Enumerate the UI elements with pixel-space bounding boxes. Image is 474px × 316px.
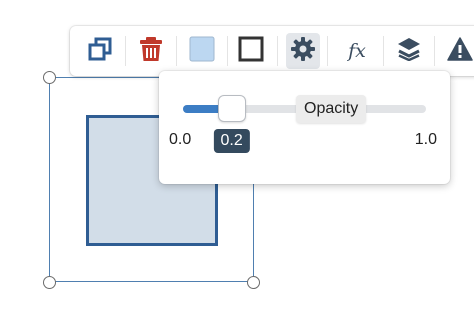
toolbar-divider bbox=[176, 36, 177, 66]
resize-handle-bottom-right[interactable] bbox=[247, 276, 260, 289]
trash-icon bbox=[140, 36, 162, 66]
warning-button[interactable] bbox=[443, 33, 474, 69]
settings-button[interactable] bbox=[286, 33, 320, 69]
delete-button[interactable] bbox=[134, 33, 168, 69]
gear-icon bbox=[291, 36, 315, 66]
toolbar-divider bbox=[383, 36, 384, 66]
toolbar-divider bbox=[227, 36, 228, 66]
opacity-min-label: 0.0 bbox=[169, 131, 192, 148]
duplicate-button[interactable] bbox=[83, 33, 117, 69]
toolbar-divider bbox=[125, 36, 126, 66]
stroke-button[interactable] bbox=[234, 33, 268, 69]
warning-icon bbox=[447, 36, 473, 66]
shape-toolbar: fx bbox=[70, 26, 474, 76]
stroke-icon bbox=[238, 36, 264, 67]
drawing-canvas[interactable]: fx Opacity 0.0 0.2 1.0 bbox=[0, 0, 474, 316]
fill-color-icon bbox=[189, 36, 215, 67]
toolbar-divider bbox=[434, 36, 435, 66]
function-button[interactable]: fx bbox=[340, 33, 374, 69]
resize-handle-bottom-left[interactable] bbox=[43, 276, 56, 289]
opacity-tooltip: Opacity bbox=[296, 95, 367, 123]
opacity-slider-thumb[interactable] bbox=[217, 95, 246, 122]
duplicate-icon bbox=[88, 37, 112, 66]
opacity-max-label: 1.0 bbox=[414, 131, 437, 148]
fx-icon: fx bbox=[348, 40, 366, 62]
opacity-value-badge: 0.2 bbox=[213, 129, 250, 153]
toolbar-divider bbox=[327, 36, 328, 66]
resize-handle-top-left[interactable] bbox=[43, 71, 56, 84]
opacity-popup: Opacity 0.0 0.2 1.0 bbox=[159, 71, 450, 184]
layers-button[interactable] bbox=[392, 33, 426, 69]
layers-icon bbox=[396, 37, 422, 66]
fill-color-button[interactable] bbox=[185, 33, 219, 69]
toolbar-divider bbox=[277, 36, 278, 66]
